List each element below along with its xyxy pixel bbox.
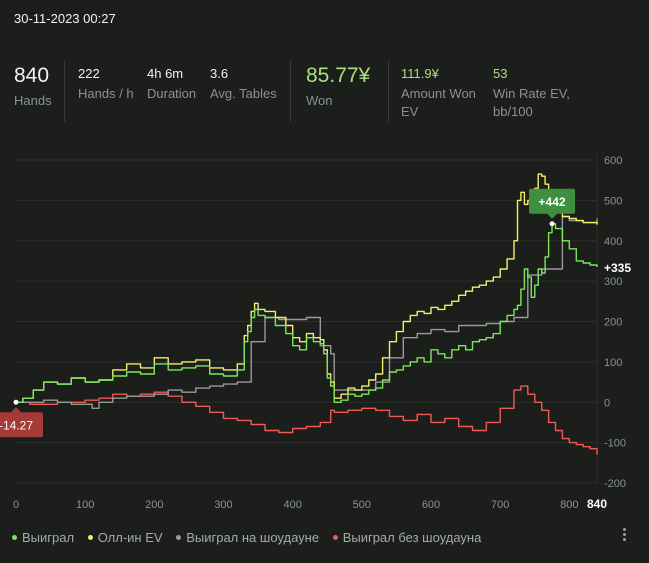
- series-line-0: [16, 223, 598, 403]
- stat-hands-value: 840: [14, 64, 50, 87]
- y-tick-label: -200: [604, 478, 626, 490]
- y-tick-label: 100: [604, 357, 622, 369]
- legend-label-showdown: Выиграл на шоудауне: [186, 530, 320, 545]
- stat-duration: 4h 6m Duration: [147, 66, 196, 103]
- series-line-1: [16, 173, 598, 403]
- stat-hands-per-hour-label: Hands / h: [78, 86, 134, 101]
- x-tick-label: 500: [353, 499, 371, 511]
- stat-won-label: Won: [306, 93, 333, 108]
- divider: [388, 60, 389, 122]
- stat-avg-tables: 3.6 Avg. Tables: [210, 66, 277, 103]
- stat-hands-label: Hands: [14, 93, 52, 108]
- peak-label: +442: [539, 195, 566, 209]
- stat-avg-tables-label: Avg. Tables: [210, 86, 277, 101]
- chart-legend: Выиграл Олл-ин EV Выиграл на шоудауне Вы…: [12, 530, 491, 545]
- legend-item-showdown[interactable]: Выиграл на шоудауне: [176, 530, 319, 545]
- stat-duration-value: 4h 6m: [147, 66, 184, 81]
- y-tick-label: 200: [604, 317, 622, 329]
- trough-point: [13, 399, 19, 405]
- session-graph[interactable]: 600 500 400 300 200 100 0 -100 -200 0 100 200 300 400…: [0, 140, 649, 520]
- stat-duration-label: Duration: [147, 86, 197, 101]
- x-tick-label: 600: [422, 499, 440, 511]
- final-value-label: +335: [604, 261, 631, 275]
- trough-label: -14.27: [0, 418, 33, 432]
- x-tick-label: 800: [560, 499, 578, 511]
- legend-item-allin-ev[interactable]: Олл-ин EV: [87, 530, 163, 545]
- x-tick-label: 100: [76, 499, 94, 511]
- legend-label-won: Выиграл: [22, 530, 75, 545]
- x-end-label: 840: [587, 497, 607, 511]
- stat-amount-won-ev: 111.9¥ Amount Won EV: [401, 66, 487, 121]
- series-line-3: [16, 385, 598, 455]
- stat-hands-per-hour-value: 222: [78, 66, 100, 81]
- legend-label-non-showdown: Выиграл без шоудауна: [342, 530, 482, 545]
- y-tick-label: 300: [604, 276, 622, 288]
- stat-amount-won-ev-value: 111.9¥: [401, 66, 439, 81]
- legend-item-non-showdown[interactable]: Выиграл без шоудауна: [332, 530, 482, 545]
- stat-amount-won-ev-label: Amount Won EV: [401, 86, 476, 119]
- y-tick-label: -100: [604, 438, 626, 450]
- stat-win-rate-ev-value: 53: [493, 66, 508, 81]
- x-tick-label: 200: [145, 499, 163, 511]
- session-datetime: 30-11-2023 00:27: [14, 11, 116, 26]
- peak-badge-pointer: [547, 213, 558, 219]
- stat-hands-per-hour: 222 Hands / h: [78, 66, 134, 103]
- y-tick-label: 400: [604, 236, 622, 248]
- more-options-icon[interactable]: [617, 528, 631, 544]
- stat-win-rate-ev-label: Win Rate EV, bb/100: [493, 86, 570, 119]
- y-tick-label: 0: [604, 397, 610, 409]
- stat-won: 85.77¥ Won: [306, 64, 371, 110]
- x-tick-label: 300: [214, 499, 232, 511]
- legend-dot-icon: [87, 535, 93, 541]
- stat-avg-tables-value: 3.6: [210, 66, 229, 81]
- stat-hands: 840 Hands: [14, 64, 52, 110]
- stat-won-value: 85.77¥: [306, 64, 371, 87]
- divider: [64, 60, 65, 122]
- legend-dot-icon: [12, 535, 17, 541]
- y-tick-label: 500: [604, 195, 622, 207]
- trough-badge-pointer: [11, 407, 21, 413]
- peak-point: [549, 221, 555, 227]
- x-tick-label: 400: [283, 499, 301, 511]
- x-tick-label: 700: [491, 499, 509, 511]
- stat-win-rate-ev: 53 Win Rate EV, bb/100: [493, 66, 577, 121]
- y-tick-label: 600: [604, 155, 622, 167]
- legend-dot-icon: [332, 535, 338, 541]
- x-tick-label: 0: [13, 499, 19, 511]
- legend-label-allin-ev: Олл-ин EV: [97, 530, 163, 545]
- divider: [290, 60, 291, 122]
- legend-item-won[interactable]: Выиграл: [12, 530, 74, 545]
- legend-dot-icon: [176, 535, 182, 541]
